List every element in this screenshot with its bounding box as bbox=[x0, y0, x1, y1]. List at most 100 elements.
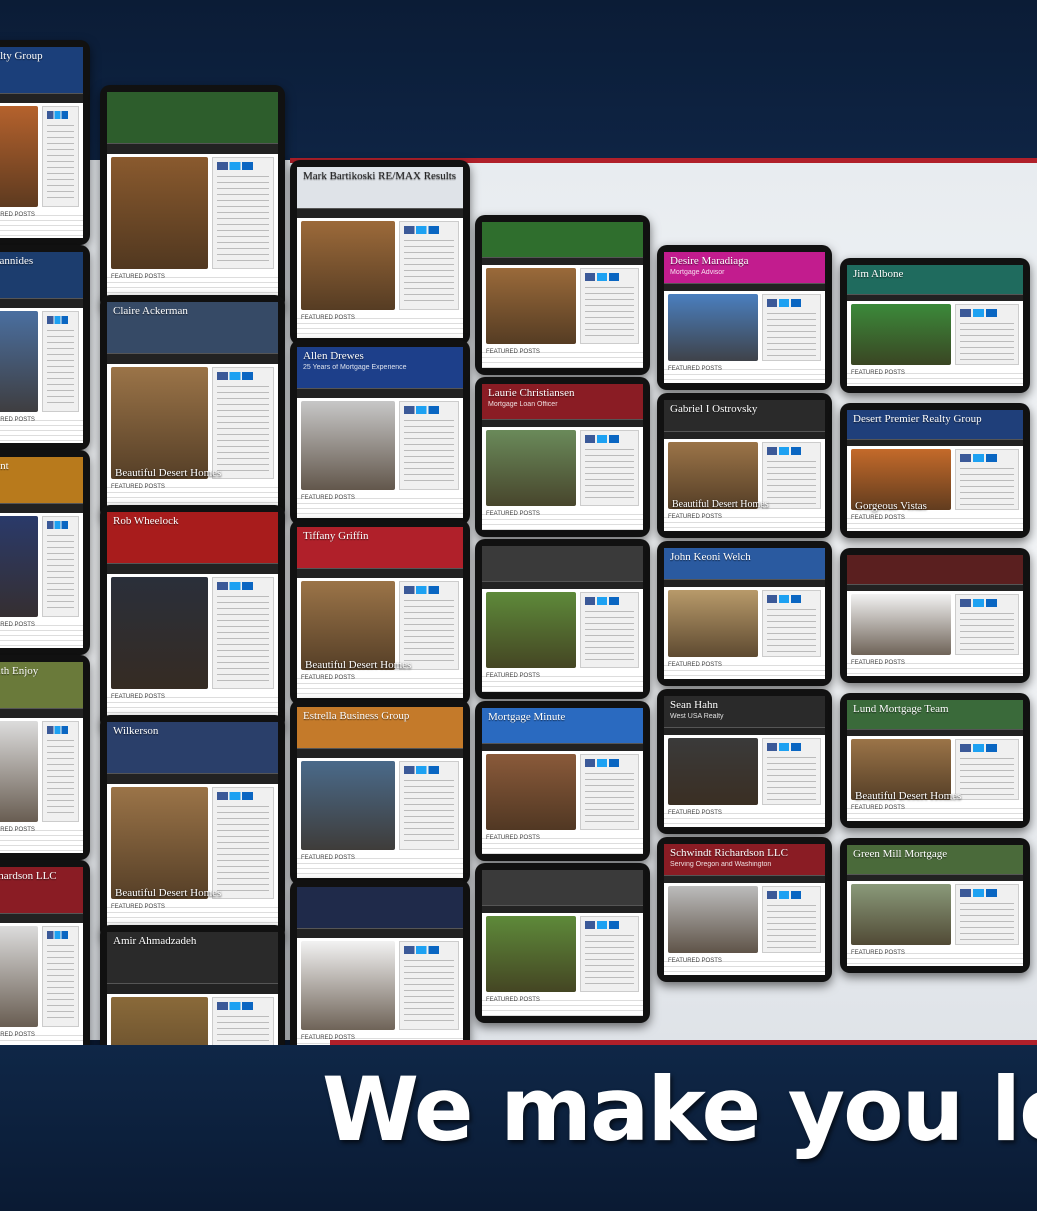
tablet-screenshot: Featured Posts bbox=[475, 539, 650, 699]
website-screen: Featured Posts bbox=[482, 222, 643, 368]
site-tagline: West USA Realty bbox=[670, 713, 724, 720]
hero-photo bbox=[668, 293, 759, 361]
sidebar-widget bbox=[41, 516, 79, 618]
website-screen: Featured Posts bbox=[297, 887, 463, 1058]
featured-posts: Featured Posts bbox=[482, 833, 643, 854]
photo-caption: Beautiful Desert Homes bbox=[305, 658, 412, 671]
sidebar-text bbox=[767, 608, 816, 652]
site-name: Estrella Business Group bbox=[303, 710, 410, 722]
featured-posts: Featured Posts bbox=[0, 621, 83, 648]
sidebar-widget bbox=[398, 580, 459, 671]
tablet-screenshot: Tiffany Griffin Beautiful Desert Homes Fea… bbox=[290, 520, 470, 705]
hero-photo bbox=[486, 916, 577, 992]
website-screen: Allen Drewes 25 Years of Mortgage Experie… bbox=[297, 347, 463, 518]
website-screen: Event Featured Posts bbox=[0, 457, 83, 648]
tablet-screenshot: Estrella Business Group Featured Posts bbox=[290, 700, 470, 885]
tablet-screenshot: Rob Wheelock Featured Posts bbox=[100, 505, 285, 730]
tablet-screenshot: John Keoni Welch Featured Posts bbox=[657, 541, 832, 686]
social-icons bbox=[403, 765, 439, 774]
sidebar-widget bbox=[211, 367, 274, 480]
sidebar-text bbox=[585, 935, 634, 987]
sidebar-text bbox=[959, 468, 1014, 506]
sidebar-text bbox=[959, 758, 1014, 796]
site-banner: Smith Enjoy bbox=[0, 662, 83, 708]
tablet-screenshot: Wilkerson Beautiful Desert Homes Featured … bbox=[100, 715, 285, 940]
site-banner: Tiffany Griffin bbox=[297, 527, 463, 569]
sidebar-widget bbox=[580, 592, 639, 668]
hero-photo bbox=[486, 430, 577, 506]
site-name: Richardson LLC bbox=[0, 870, 57, 882]
social-icons bbox=[767, 446, 802, 455]
social-icons bbox=[46, 931, 68, 940]
featured-posts: Featured Posts bbox=[664, 512, 825, 531]
featured-posts-label: Featured Posts bbox=[0, 212, 35, 219]
featured-posts-label: Featured Posts bbox=[851, 515, 905, 522]
hero-photo bbox=[111, 367, 208, 480]
website-screen: Green Mill Mortgage Featured Posts bbox=[847, 845, 1023, 966]
site-banner: Claire Ackerman bbox=[107, 302, 278, 353]
social-icons bbox=[959, 309, 998, 318]
tablet-screenshot: Green Mill Mortgage Featured Posts bbox=[840, 838, 1030, 973]
website-screen: Tiffany Griffin Beautiful Desert Homes Fea… bbox=[297, 527, 463, 698]
site-banner bbox=[297, 887, 463, 929]
featured-posts: Featured Posts bbox=[0, 416, 83, 443]
sidebar-text bbox=[767, 904, 816, 948]
site-name: Event bbox=[0, 460, 9, 472]
hero-photo bbox=[301, 760, 395, 851]
sidebar-text bbox=[403, 419, 454, 486]
website-screen: Estrella Business Group Featured Posts bbox=[297, 707, 463, 878]
sidebar-widget bbox=[211, 787, 274, 900]
sidebar-text bbox=[585, 287, 634, 339]
featured-posts-label: Featured Posts bbox=[668, 513, 722, 520]
tablet-screenshot: Featured Posts bbox=[100, 85, 285, 310]
website-screen: Realty Group Featured Posts bbox=[0, 47, 83, 238]
featured-posts: Featured Posts bbox=[297, 314, 463, 338]
site-banner bbox=[847, 555, 1023, 585]
sidebar-text bbox=[767, 756, 816, 800]
site-name: Tiffany Griffin bbox=[303, 530, 369, 542]
social-icons bbox=[959, 454, 998, 463]
featured-posts-label: Featured Posts bbox=[851, 950, 905, 957]
sidebar-text bbox=[585, 611, 634, 663]
hero-photo bbox=[851, 884, 951, 946]
tablet-screenshot: Allen Drewes 25 Years of Mortgage Experie… bbox=[290, 340, 470, 525]
tablet-screenshot: Smith Enjoy Featured Posts bbox=[0, 655, 90, 860]
featured-posts: Featured Posts bbox=[482, 995, 643, 1016]
sidebar-widget bbox=[954, 449, 1019, 511]
featured-posts-label: Featured Posts bbox=[668, 661, 722, 668]
social-icons bbox=[403, 225, 439, 234]
social-icons bbox=[585, 597, 620, 606]
featured-posts-label: Featured Posts bbox=[0, 827, 35, 834]
featured-posts-label: Featured Posts bbox=[111, 274, 165, 281]
social-icons bbox=[585, 435, 620, 444]
sidebar-widget bbox=[762, 589, 821, 657]
site-banner: John Keoni Welch bbox=[664, 548, 825, 580]
featured-posts-label: Featured Posts bbox=[111, 484, 165, 491]
site-banner: Event bbox=[0, 457, 83, 503]
website-screen: Featured Posts bbox=[847, 555, 1023, 676]
sidebar-widget bbox=[41, 311, 79, 413]
featured-posts-label: Featured Posts bbox=[668, 809, 722, 816]
site-name: Desert Premier Realty Group bbox=[853, 413, 982, 425]
social-icons bbox=[46, 726, 68, 735]
tablet-screenshot: Laurie Christiansen Mortgage Loan Officer… bbox=[475, 377, 650, 537]
site-banner bbox=[482, 870, 643, 906]
sidebar-widget bbox=[398, 940, 459, 1031]
social-icons bbox=[585, 273, 620, 282]
social-icons bbox=[403, 585, 439, 594]
sidebar-text bbox=[46, 125, 74, 203]
tablet-screenshot: Gabriel I Ostrovsky Beautiful Desert Home… bbox=[657, 393, 832, 538]
featured-posts: Featured Posts bbox=[664, 956, 825, 975]
tablet-screenshot: Mortgage Minute Featured Posts bbox=[475, 701, 650, 861]
featured-posts: Featured Posts bbox=[297, 674, 463, 698]
sidebar-text bbox=[46, 330, 74, 408]
site-banner: Desire Maradiaga Mortgage Advisor bbox=[664, 252, 825, 284]
website-screen: Featured Posts bbox=[482, 870, 643, 1016]
tablet-screenshot: Mark Bartikoski RE/MAX Results Featured P… bbox=[290, 160, 470, 345]
sidebar-widget bbox=[580, 268, 639, 344]
featured-posts-label: Featured Posts bbox=[851, 660, 905, 667]
website-screen: Featured Posts bbox=[107, 92, 278, 303]
sidebar-text bbox=[46, 945, 74, 1023]
site-name: Agiannides bbox=[0, 255, 34, 267]
site-name: Gabriel I Ostrovsky bbox=[670, 403, 758, 415]
